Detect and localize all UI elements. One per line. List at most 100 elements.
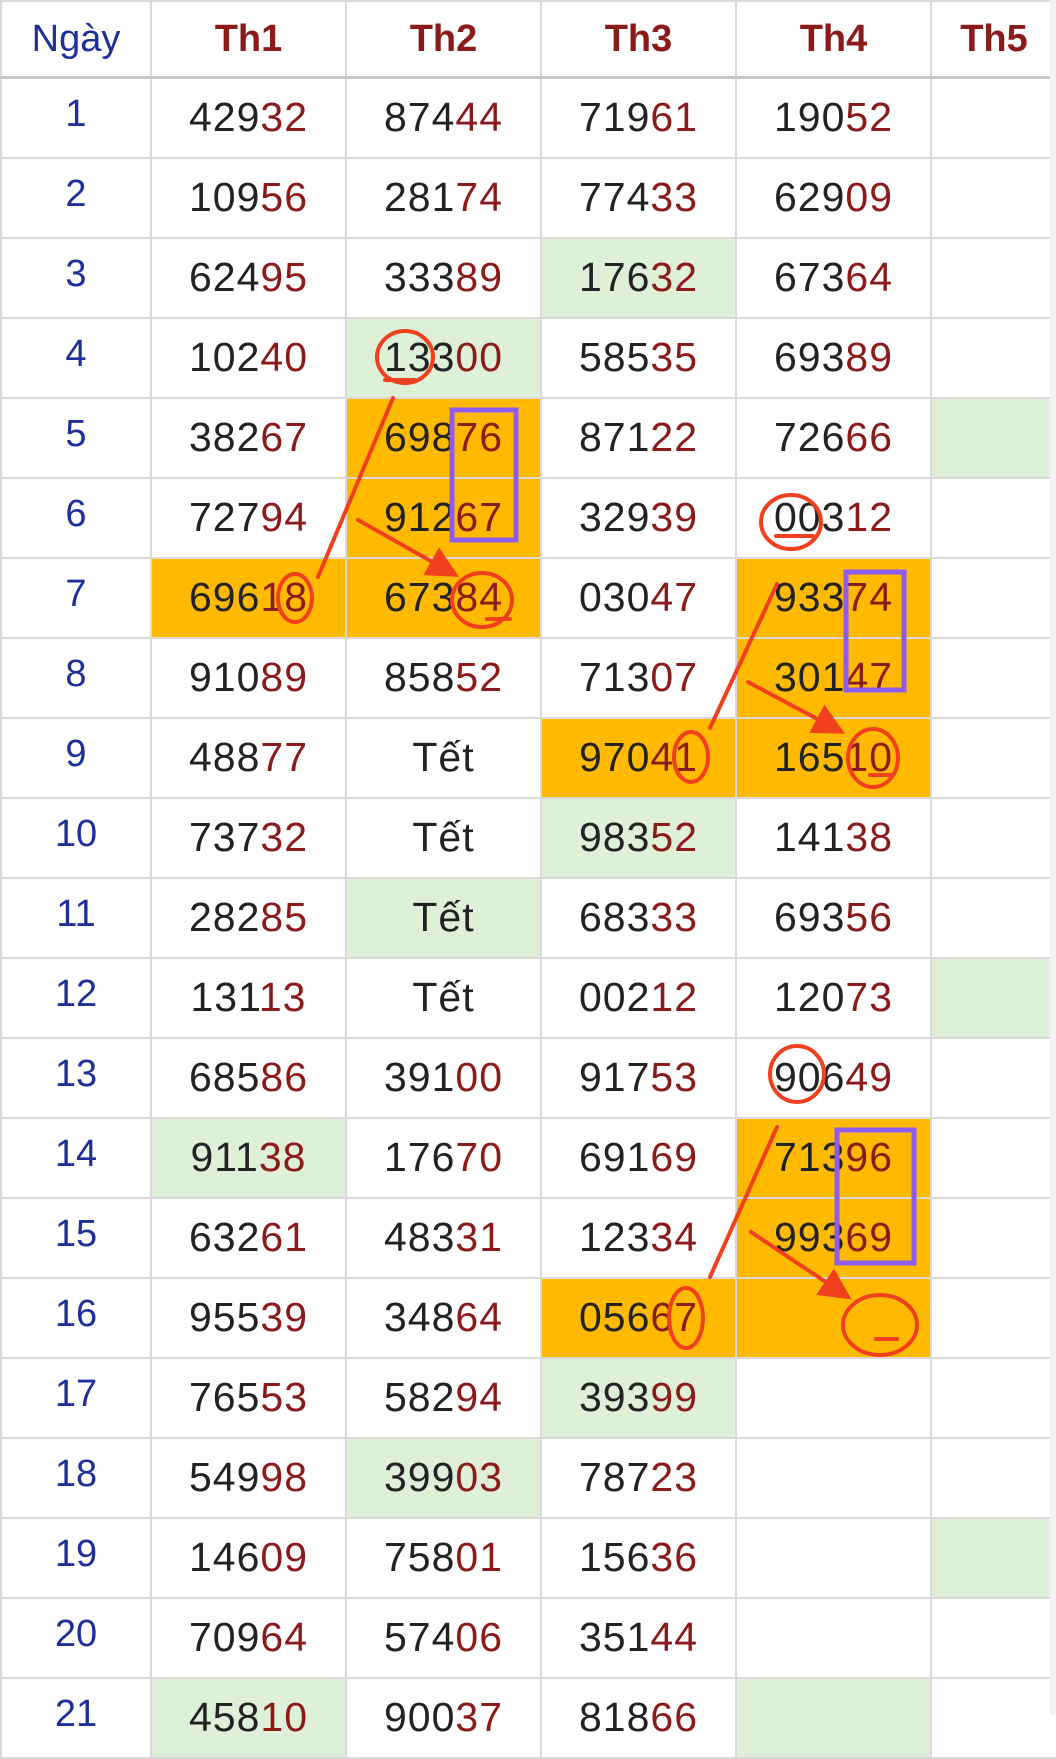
number-head-digits: 582 (383, 1374, 456, 1420)
number-tail-digits: 37 (455, 1694, 504, 1740)
day-number: 12 (0, 956, 152, 1039)
number-tail-digits: 89 (455, 254, 504, 300)
result-cell (930, 1196, 1056, 1279)
number-tail-digits: 12 (845, 494, 894, 540)
result-cell: 57406 (345, 1596, 542, 1679)
result-cell: 77433 (540, 156, 737, 239)
number-tail-digits: 12 (650, 974, 699, 1020)
result-cell: 87122 (540, 396, 737, 479)
number-head-digits: 301 (773, 654, 846, 700)
result-cell: 69389 (735, 316, 932, 399)
header-row: Ngày Th1 Th2 Th3 Th4 Th5 (0, 0, 1056, 79)
number-tail-digits: 74 (845, 574, 894, 620)
number-tail-digits: 52 (845, 94, 894, 141)
day-number: 1 (0, 76, 152, 159)
number-head-digits: 726 (773, 414, 846, 460)
result-cell: 39903 (345, 1436, 542, 1519)
result-cell: 91267 (345, 476, 542, 559)
number-head-digits: 983 (578, 814, 651, 860)
number-tail-digits: 35 (650, 334, 699, 380)
number-tail-digits: 69 (845, 1214, 894, 1260)
column-header-th5: Th5 (930, 0, 1056, 79)
table-row: 2 10956 28174 77433 62909 (0, 156, 1056, 239)
result-cell (735, 1676, 932, 1759)
number-head-digits: 693 (773, 894, 846, 940)
number-tail-digits: 06 (455, 1614, 504, 1660)
number-head-digits: 190 (773, 94, 846, 141)
result-cell (930, 76, 1056, 159)
result-cell: 05667 (540, 1276, 737, 1359)
column-header-th3: Th3 (540, 0, 737, 79)
number-tail-digits: 70 (455, 1134, 504, 1180)
result-cell (735, 1596, 932, 1679)
number-head-digits: 120 (773, 974, 846, 1020)
number-tail-digits: 61 (260, 1214, 309, 1260)
number-tail-digits: 67 (650, 1294, 699, 1340)
result-cell: 69169 (540, 1116, 737, 1199)
result-cell (930, 1276, 1056, 1359)
result-cell: Tết (345, 796, 542, 879)
number-head-digits: 874 (383, 94, 456, 141)
number-tail-digits: 89 (260, 654, 309, 700)
result-cell (930, 956, 1056, 1039)
number-tail-digits: 31 (455, 1214, 504, 1260)
result-cell: 10240 (150, 316, 347, 399)
result-cell: 15636 (540, 1516, 737, 1599)
result-cell: 17632 (540, 236, 737, 319)
number-head-digits: 399 (383, 1454, 456, 1500)
column-header-th2: Th2 (345, 0, 542, 79)
number-tail-digits: 33 (650, 174, 699, 220)
result-cell (735, 1436, 932, 1519)
number-head-digits: 282 (188, 894, 261, 940)
result-cell: 75801 (345, 1516, 542, 1599)
number-tail-digits: 66 (845, 414, 894, 460)
result-cell (930, 1356, 1056, 1439)
day-number: 5 (0, 396, 152, 479)
number-head-digits: 906 (773, 1054, 846, 1100)
number-tail-digits: 99 (650, 1374, 699, 1420)
result-cell: 32939 (540, 476, 737, 559)
result-cell (930, 556, 1056, 639)
day-number: 21 (0, 1676, 152, 1759)
number-tail-digits: 94 (260, 494, 309, 540)
result-cell: 69876 (345, 396, 542, 479)
result-cell (930, 476, 1056, 559)
result-cell: 03047 (540, 556, 737, 639)
result-cell (930, 1036, 1056, 1119)
number-head-digits: 176 (383, 1134, 456, 1180)
result-cell: 16510 (735, 716, 932, 799)
day-number: 3 (0, 236, 152, 319)
result-cell: 71961 (540, 76, 737, 159)
table-row: 8 91089 85852 71307 30147 (0, 636, 1056, 719)
day-column-header: Ngày (0, 0, 152, 79)
table-row: 1 42932 87444 71961 19052 (0, 76, 1056, 159)
number-tail-digits: 38 (845, 814, 894, 860)
result-cell (930, 1676, 1056, 1759)
table-row: 17 76553 58294 39399 (0, 1356, 1056, 1439)
number-tail-digits: 96 (845, 1134, 894, 1180)
day-number: 8 (0, 636, 152, 719)
table-row: 10 73732 Tết 98352 14138 (0, 796, 1056, 879)
day-number: 2 (0, 156, 152, 239)
result-cell: 72666 (735, 396, 932, 479)
number-head-digits: 393 (578, 1374, 651, 1420)
number-tail-digits: 32 (650, 254, 699, 300)
number-tail-digits: 07 (650, 654, 699, 700)
scroll-edge (1050, 0, 1056, 1715)
number-head-digits: 911 (190, 1134, 259, 1180)
number-tail-digits: 64 (260, 1614, 309, 1660)
result-cell: 91089 (150, 636, 347, 719)
number-head-digits: 698 (383, 414, 456, 460)
result-cell (930, 316, 1056, 399)
number-head-digits: 758 (383, 1534, 456, 1580)
number-tail-digits: 56 (845, 894, 894, 940)
result-cell: 87444 (345, 76, 542, 159)
result-cell: 76553 (150, 1356, 347, 1439)
number-head-digits: 871 (578, 414, 651, 460)
number-head-digits: 685 (188, 1054, 261, 1100)
column-header-th4: Th4 (735, 0, 932, 79)
result-cell: 00212 (540, 956, 737, 1039)
result-cell: 62495 (150, 236, 347, 319)
number-tail-digits: 47 (650, 574, 699, 620)
result-cell (930, 396, 1056, 479)
